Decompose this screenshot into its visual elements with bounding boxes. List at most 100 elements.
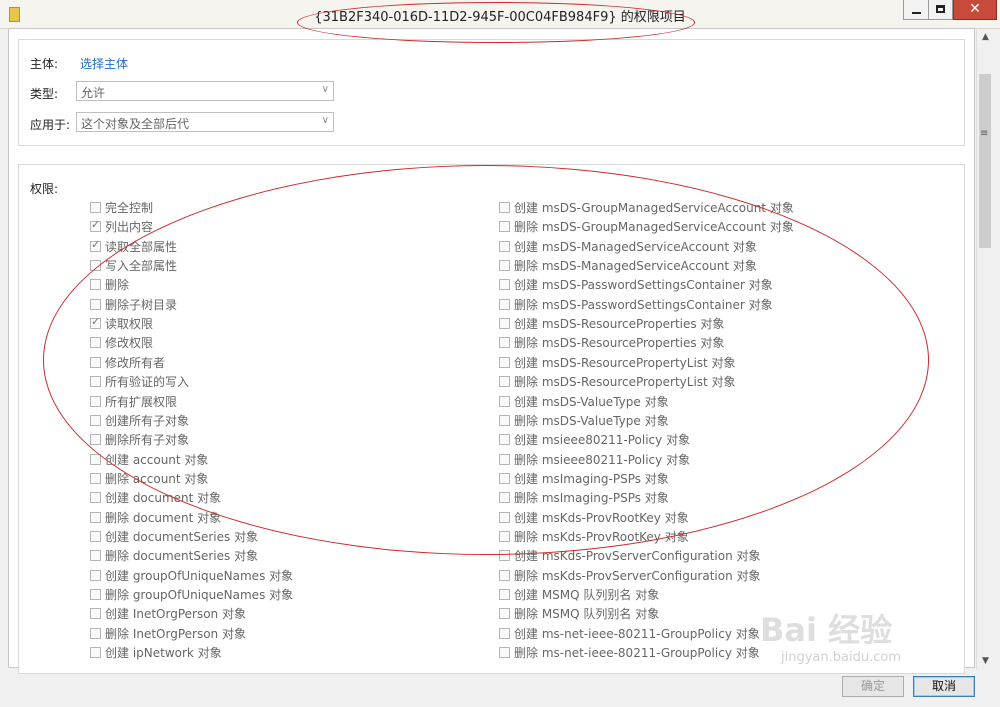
permission-checkbox[interactable]: 删除 msDS-ResourcePropertyList 对象 — [499, 372, 736, 391]
checkbox-icon[interactable] — [499, 453, 510, 465]
permission-checkbox[interactable]: 删除 groupOfUniqueNames 对象 — [90, 585, 293, 604]
permission-checkbox[interactable]: 删除 document 对象 — [90, 508, 221, 527]
permission-checkbox[interactable]: 创建 msieee80211-Policy 对象 — [499, 430, 690, 449]
checkbox-icon[interactable] — [499, 298, 510, 310]
checkbox-icon[interactable] — [90, 395, 101, 407]
checkbox-icon[interactable] — [90, 589, 101, 600]
checkbox-icon[interactable] — [499, 511, 510, 523]
checkbox-icon[interactable] — [90, 337, 101, 349]
checkbox-icon[interactable] — [499, 608, 510, 620]
checkbox-icon[interactable] — [90, 647, 101, 659]
checkbox-icon[interactable] — [499, 337, 510, 349]
checkbox-icon[interactable] — [90, 202, 101, 213]
checkbox-icon[interactable] — [90, 569, 101, 581]
checkbox-icon[interactable] — [499, 395, 510, 407]
permission-checkbox[interactable]: 删除 documentSeries 对象 — [90, 546, 258, 565]
permission-checkbox[interactable]: 删除 msDS-PasswordSettingsContainer 对象 — [499, 295, 773, 314]
permission-checkbox[interactable]: 创建 msDS-PasswordSettingsContainer 对象 — [499, 275, 773, 294]
checkbox-icon[interactable] — [90, 279, 101, 291]
permission-checkbox[interactable]: 删除 msDS-ManagedServiceAccount 对象 — [499, 256, 757, 275]
applies-to-select[interactable]: 这个对象及全部后代 ∨ — [76, 112, 334, 132]
permission-checkbox[interactable]: 创建 documentSeries 对象 — [90, 527, 258, 546]
permission-checkbox[interactable]: 删除所有子对象 — [90, 430, 189, 449]
permission-checkbox[interactable]: 完全控制 — [90, 198, 153, 217]
checkbox-icon[interactable] — [499, 260, 510, 272]
permission-checkbox[interactable]: 所有验证的写入 — [90, 372, 189, 391]
checked-checkbox-icon[interactable] — [90, 238, 101, 252]
type-select[interactable]: 允许 ∨ — [76, 81, 334, 101]
permission-checkbox[interactable]: 删除 msDS-ResourceProperties 对象 — [499, 333, 724, 352]
checked-checkbox-icon[interactable] — [90, 218, 101, 233]
permission-checkbox[interactable]: 创建 InetOrgPerson 对象 — [90, 604, 246, 623]
checkbox-icon[interactable] — [90, 530, 101, 542]
checkbox-icon[interactable] — [499, 569, 510, 581]
checkbox-icon[interactable] — [499, 376, 510, 388]
permission-checkbox[interactable]: 修改所有者 — [90, 353, 165, 372]
permission-checkbox[interactable]: 删除 msImaging-PSPs 对象 — [499, 488, 669, 507]
checkbox-icon[interactable] — [499, 279, 510, 291]
ok-button[interactable]: 确定 — [842, 676, 904, 697]
permission-checkbox[interactable]: 读取权限 — [90, 314, 153, 333]
checkbox-icon[interactable] — [90, 434, 101, 446]
checkbox-icon[interactable] — [90, 298, 101, 310]
checkbox-icon[interactable] — [499, 472, 510, 484]
permission-checkbox[interactable]: 读取全部属性 — [90, 237, 177, 256]
checkbox-icon[interactable] — [90, 260, 101, 272]
checkbox-icon[interactable] — [499, 647, 510, 659]
checkbox-icon[interactable] — [499, 318, 510, 330]
checkbox-icon[interactable] — [499, 221, 510, 233]
permission-checkbox[interactable]: 删除子树目录 — [90, 295, 177, 314]
permission-checkbox[interactable]: 列出内容 — [90, 217, 153, 236]
scroll-up-icon[interactable]: ▲ — [977, 29, 994, 45]
checkbox-icon[interactable] — [499, 492, 510, 504]
checkbox-icon[interactable] — [499, 589, 510, 600]
permission-checkbox[interactable]: 创建 msDS-ManagedServiceAccount 对象 — [499, 237, 757, 256]
permission-checkbox[interactable]: 创建 msKds-ProvRootKey 对象 — [499, 508, 689, 527]
checkbox-icon[interactable] — [499, 240, 510, 252]
permission-checkbox[interactable]: 所有扩展权限 — [90, 392, 177, 411]
checkbox-icon[interactable] — [499, 550, 510, 562]
maximize-button[interactable] — [928, 0, 953, 20]
checkbox-icon[interactable] — [90, 627, 101, 639]
permission-checkbox[interactable]: 创建 groupOfUniqueNames 对象 — [90, 566, 293, 585]
permission-checkbox[interactable]: 创建 document 对象 — [90, 488, 221, 507]
checkbox-icon[interactable] — [90, 511, 101, 523]
checkbox-icon[interactable] — [499, 530, 510, 542]
permission-checkbox[interactable]: 创建 msDS-ValueType 对象 — [499, 392, 669, 411]
scroll-down-icon[interactable]: ▼ — [977, 653, 994, 669]
minimize-button[interactable] — [903, 0, 929, 20]
checkbox-icon[interactable] — [499, 202, 510, 213]
permission-checkbox[interactable]: 删除 msDS-ValueType 对象 — [499, 411, 669, 430]
cancel-button[interactable]: 取消 — [913, 676, 975, 697]
permission-checkbox[interactable]: 修改权限 — [90, 333, 153, 352]
checkbox-icon[interactable] — [499, 356, 510, 368]
checkbox-icon[interactable] — [90, 472, 101, 484]
select-principal-link[interactable]: 选择主体 — [80, 55, 128, 72]
checkbox-icon[interactable] — [90, 453, 101, 465]
permission-checkbox[interactable]: 创建 ipNetwork 对象 — [90, 643, 222, 662]
checked-checkbox-icon[interactable] — [90, 315, 101, 330]
close-button[interactable]: ✕ — [953, 0, 997, 20]
permission-checkbox[interactable]: 创建 msImaging-PSPs 对象 — [499, 469, 669, 488]
permission-checkbox[interactable]: 删除 MSMQ 队列别名 对象 — [499, 604, 659, 623]
permission-checkbox[interactable]: 创建 msDS-ResourcePropertyList 对象 — [499, 353, 736, 372]
permission-checkbox[interactable]: 删除 msKds-ProvRootKey 对象 — [499, 527, 689, 546]
permission-checkbox[interactable]: 创建 MSMQ 队列别名 对象 — [499, 585, 659, 604]
permission-checkbox[interactable]: 删除 msieee80211-Policy 对象 — [499, 450, 690, 469]
permission-checkbox[interactable]: 创建 account 对象 — [90, 450, 208, 469]
scroll-thumb[interactable] — [979, 74, 991, 248]
checkbox-icon[interactable] — [90, 492, 101, 504]
permission-checkbox[interactable]: 创建 msDS-ResourceProperties 对象 — [499, 314, 724, 333]
permission-checkbox[interactable]: 创建 msDS-GroupManagedServiceAccount 对象 — [499, 198, 794, 217]
checkbox-icon[interactable] — [90, 376, 101, 388]
permission-checkbox[interactable]: 创建所有子对象 — [90, 411, 189, 430]
permission-checkbox[interactable]: 删除 InetOrgPerson 对象 — [90, 624, 246, 643]
checkbox-icon[interactable] — [499, 434, 510, 446]
permission-checkbox[interactable]: 创建 ms-net-ieee-80211-GroupPolicy 对象 — [499, 624, 760, 643]
checkbox-icon[interactable] — [499, 627, 510, 639]
checkbox-icon[interactable] — [90, 414, 101, 426]
checkbox-icon[interactable] — [499, 414, 510, 426]
permission-checkbox[interactable]: 写入全部属性 — [90, 256, 177, 275]
permission-checkbox[interactable]: 删除 — [90, 275, 129, 294]
permission-checkbox[interactable]: 删除 msKds-ProvServerConfiguration 对象 — [499, 566, 761, 585]
